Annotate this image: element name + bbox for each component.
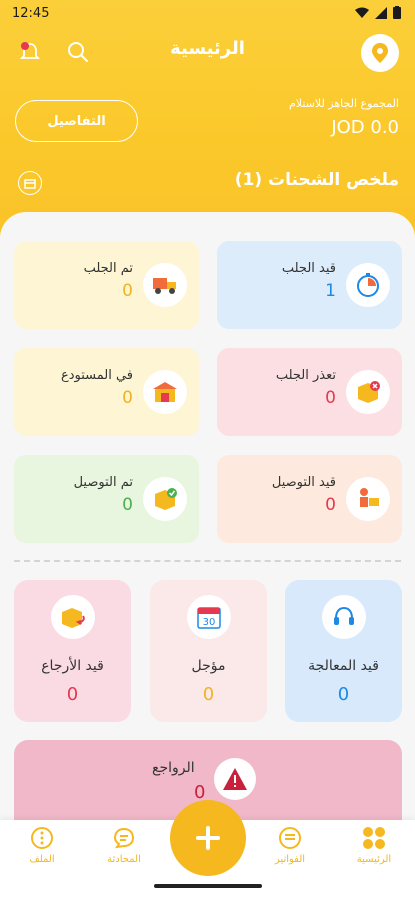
card-value: 0: [66, 684, 79, 705]
card-icon-wrap: [321, 595, 366, 639]
bell-icon: [19, 42, 41, 59]
nav-item-invoices[interactable]: الفواتير: [260, 826, 320, 865]
summary-info-button[interactable]: [18, 171, 42, 195]
truck-icon: [153, 278, 176, 294]
warehouse-icon: [153, 382, 177, 402]
nav-item-home[interactable]: الرئيسية: [344, 826, 404, 865]
shipments-summary-title: ملخص الشحنات (1): [234, 170, 399, 190]
status-time: 12:45: [12, 6, 50, 21]
card-icon-wrap: [346, 477, 390, 521]
card-label: تم التوصيل: [73, 475, 133, 490]
card-value: 0: [337, 684, 350, 705]
section-divider: [14, 560, 401, 562]
search-icon: [68, 42, 89, 63]
status-icons: [355, 6, 401, 19]
location-pin-button[interactable]: [361, 34, 399, 72]
box-return-icon: [61, 608, 85, 628]
card-label: الرواجع: [152, 760, 195, 776]
signal-icon: [375, 6, 387, 19]
card-label: قيد التوصيل: [271, 475, 336, 490]
card-icon-wrap: [214, 758, 256, 800]
location-pin-icon: [372, 43, 388, 63]
card-label: في المستودع: [60, 368, 133, 383]
nav-label: الفواتير: [274, 854, 306, 865]
status-bar: 12:45: [0, 0, 415, 28]
card-label: مؤجل: [191, 658, 226, 674]
notifications-button[interactable]: [16, 38, 44, 66]
card-in-warehouse[interactable]: في المستودع 0: [14, 348, 199, 436]
total-value: JOD 0.0: [331, 117, 399, 138]
calendar-icon: 30: [196, 607, 221, 629]
card-icon-wrap: [50, 595, 95, 639]
info-menu-icon: [31, 827, 53, 849]
total-label: المجموع الجاهز للاستلام: [288, 97, 399, 110]
card-icon-wrap: [346, 370, 390, 414]
card-label: قيد المعالجة: [308, 658, 379, 674]
card-icon-wrap: 30: [186, 595, 231, 639]
card-returning[interactable]: قيد الأرجاع 0: [14, 580, 131, 722]
nav-label: المحادثة: [107, 854, 141, 865]
card-processing[interactable]: قيد المعالجة 0: [285, 580, 402, 722]
card-value: 0: [325, 495, 336, 515]
details-button[interactable]: التفاصيل: [15, 100, 138, 142]
card-value: 1: [325, 281, 336, 301]
card-label: تم الجلب: [83, 261, 133, 276]
box-check-icon: [155, 488, 177, 510]
card-icon-wrap: [143, 370, 187, 414]
card-value: 0: [202, 684, 215, 705]
wifi-icon: [355, 7, 369, 18]
card-value: 0: [122, 388, 133, 408]
nav-item-chat[interactable]: المحادثة: [94, 826, 154, 865]
card-delivering[interactable]: قيد التوصيل 0: [217, 455, 402, 543]
card-postponed[interactable]: 30 مؤجل 0: [150, 580, 267, 722]
warning-icon: [223, 768, 247, 790]
card-icon-wrap: [143, 477, 187, 521]
delivery-person-icon: [360, 488, 379, 507]
home-indicator[interactable]: [154, 884, 262, 888]
battery-icon: [393, 6, 401, 19]
chat-icon: [113, 827, 135, 849]
card-pickup-failed[interactable]: تعذر الجلب 0: [217, 348, 402, 436]
headset-icon: [333, 606, 354, 625]
card-delivered[interactable]: تم التوصيل 0: [14, 455, 199, 543]
search-button[interactable]: [64, 38, 92, 66]
add-shipment-button[interactable]: [170, 800, 246, 876]
invoice-icon: [279, 827, 301, 849]
nav-label: الملف: [29, 854, 55, 865]
nav-item-profile[interactable]: الملف: [12, 826, 72, 865]
plus-icon: [196, 826, 220, 850]
nav-label: الرئيسية: [356, 854, 392, 865]
card-value: 0: [325, 388, 336, 408]
card-value: 0: [122, 281, 133, 301]
grid-icon: [363, 827, 385, 849]
card-value: 0: [122, 495, 133, 515]
box-error-icon: [358, 381, 380, 403]
stopwatch-icon: [357, 273, 379, 297]
card-label: تعذر الجلب: [275, 368, 336, 383]
card-label: قيد الجلب: [281, 261, 336, 276]
card-pickup-pending[interactable]: قيد الجلب 1: [217, 241, 402, 329]
page-title: الرئيسية: [170, 38, 245, 59]
card-icon-wrap: [143, 263, 187, 307]
calendar-day: 30: [202, 617, 215, 628]
box-icon: [24, 179, 36, 189]
card-label: قيد الأرجاع: [41, 658, 104, 674]
card-icon-wrap: [346, 263, 390, 307]
card-picked-up[interactable]: تم الجلب 0: [14, 241, 199, 329]
